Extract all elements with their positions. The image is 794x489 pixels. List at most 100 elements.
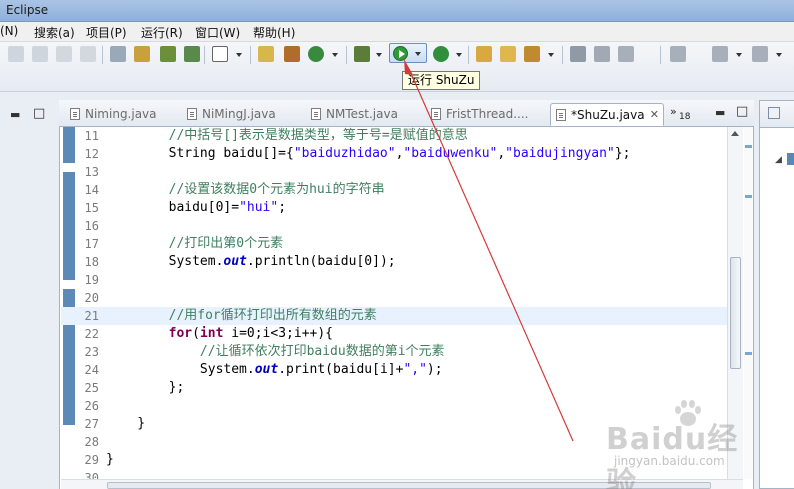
menu-search[interactable]: 搜索(a) bbox=[34, 24, 75, 41]
code-line[interactable]: 19 bbox=[61, 271, 727, 289]
dropdown-arrow-icon[interactable] bbox=[332, 53, 338, 57]
toolbar-separator bbox=[660, 46, 661, 64]
code-line[interactable]: 14 //设置该数据0个元素为hui的字符串 bbox=[61, 181, 727, 199]
minimize-icon[interactable]: ▬ bbox=[715, 106, 725, 119]
tab-label: NiMingJ.java bbox=[202, 107, 276, 121]
menu-navigate[interactable]: (N) bbox=[0, 24, 18, 38]
overview-mark[interactable] bbox=[745, 145, 752, 148]
outline-icon[interactable] bbox=[768, 107, 780, 119]
scroll-up-icon[interactable] bbox=[731, 131, 739, 136]
dropdown-arrow-icon[interactable] bbox=[548, 53, 554, 57]
debug-icon[interactable] bbox=[354, 46, 370, 62]
back-icon[interactable] bbox=[8, 46, 24, 62]
new-package-icon[interactable] bbox=[284, 46, 300, 62]
code-line[interactable]: 20 bbox=[61, 289, 727, 307]
code-line[interactable]: 22 for(int i=0;i<3;i++){ bbox=[61, 325, 727, 343]
package-icon bbox=[787, 153, 794, 165]
toolbar-separator bbox=[562, 46, 563, 64]
line-number: 21 bbox=[84, 309, 99, 323]
dropdown-arrow-icon[interactable] bbox=[415, 52, 421, 56]
menu-project[interactable]: 项目(P) bbox=[86, 24, 127, 41]
code-line[interactable]: 21 //用for循环打印出所有数组的元素 bbox=[61, 307, 727, 325]
last-edit-icon[interactable] bbox=[670, 46, 686, 62]
code-line[interactable]: 17 //打印出第0个元素 bbox=[61, 235, 727, 253]
external-tools-icon[interactable] bbox=[433, 46, 449, 62]
open-folder-icon[interactable] bbox=[500, 46, 516, 62]
code-line[interactable]: 25 }; bbox=[61, 379, 727, 397]
tab-nimingj[interactable]: NiMingJ.java bbox=[182, 103, 290, 126]
maximize-icon[interactable]: □ bbox=[736, 104, 748, 119]
scroll-thumb[interactable] bbox=[730, 257, 741, 369]
line-number: 28 bbox=[84, 435, 99, 449]
code-text: //设置该数据0个元素为hui的字符串 bbox=[106, 182, 385, 197]
code-line[interactable]: 18 System.out.println(baidu[0]); bbox=[61, 253, 727, 271]
search-icon[interactable] bbox=[524, 46, 540, 62]
code-line[interactable]: 16 bbox=[61, 217, 727, 235]
tab-overflow-count: 18 bbox=[679, 112, 691, 122]
dropdown-arrow-icon[interactable] bbox=[776, 53, 782, 57]
editor-tabs: Niming.java NiMingJ.java NMTest.java Fri… bbox=[59, 100, 754, 127]
tab-niming[interactable]: Niming.java bbox=[65, 103, 165, 126]
code-line[interactable]: 23 //让循环依次打印baidu数据的第i个元素 bbox=[61, 343, 727, 361]
outline-header bbox=[760, 101, 794, 128]
back-history-icon[interactable] bbox=[712, 46, 728, 62]
line-number: 22 bbox=[84, 327, 99, 341]
close-icon[interactable]: ✕ bbox=[650, 104, 659, 126]
menu-help[interactable]: 帮助(H) bbox=[253, 24, 295, 41]
expand-arrow-icon[interactable]: ◢ bbox=[775, 155, 782, 165]
dropdown-arrow-icon[interactable] bbox=[236, 53, 242, 57]
code-text: for(int i=0;i<3;i++){ bbox=[168, 326, 333, 341]
refactor-icon[interactable] bbox=[134, 46, 150, 62]
next-annotation-icon[interactable] bbox=[594, 46, 610, 62]
line-number: 18 bbox=[84, 255, 99, 269]
line-number: 19 bbox=[84, 273, 99, 287]
run-button[interactable] bbox=[389, 43, 427, 63]
baidu-watermark: Baidu经验 jingyan.baidu.com bbox=[606, 400, 756, 489]
format-icon[interactable] bbox=[110, 46, 126, 62]
prev-annotation-icon[interactable] bbox=[618, 46, 634, 62]
menu-bar: (N) 搜索(a) 项目(P) 运行(R) 窗口(W) 帮助(H) bbox=[0, 22, 794, 42]
toolbar-separator bbox=[102, 46, 103, 64]
code-text: //让循环依次打印baidu数据的第i个元素 bbox=[106, 344, 445, 359]
tab-nmtest[interactable]: NMTest.java bbox=[306, 103, 406, 126]
undo-icon[interactable] bbox=[56, 46, 72, 62]
forward-history-icon[interactable] bbox=[752, 46, 768, 62]
code-text: //用for循环打印出所有数组的元素 bbox=[106, 308, 377, 323]
dropdown-arrow-icon[interactable] bbox=[376, 53, 382, 57]
open-type-icon[interactable] bbox=[476, 46, 492, 62]
toolbar-separator bbox=[468, 46, 469, 64]
dropdown-arrow-icon[interactable] bbox=[456, 53, 462, 57]
line-number: 29 bbox=[84, 453, 99, 467]
menu-run[interactable]: 运行(R) bbox=[141, 24, 183, 41]
line-number: 13 bbox=[84, 165, 99, 179]
code-line[interactable]: 15 baidu[0]="hui"; bbox=[61, 199, 727, 217]
forward-icon[interactable] bbox=[32, 46, 48, 62]
tab-fristthread[interactable]: FristThread.... bbox=[426, 103, 538, 126]
watermark-url: jingyan.baidu.com bbox=[614, 454, 725, 468]
java-file-icon bbox=[556, 109, 566, 121]
new-file-icon[interactable] bbox=[258, 46, 274, 62]
code-line[interactable]: 24 System.out.print(baidu[i]+","); bbox=[61, 361, 727, 379]
build-icon[interactable] bbox=[160, 46, 176, 62]
dropdown-arrow-icon[interactable] bbox=[736, 53, 742, 57]
tab-shuzu[interactable]: *ShuZu.java ✕ bbox=[550, 103, 664, 126]
toolbar-separator bbox=[204, 46, 205, 64]
maximize-icon[interactable]: □ bbox=[33, 106, 45, 121]
new-class-icon[interactable] bbox=[308, 46, 324, 62]
redo-icon[interactable] bbox=[80, 46, 96, 62]
server-icon[interactable] bbox=[184, 46, 200, 62]
code-text: baidu[0]="hui"; bbox=[106, 200, 287, 215]
menu-window[interactable]: 窗口(W) bbox=[195, 24, 240, 41]
code-line[interactable]: 11 //中括号[]表示是数据类型，等于号=是赋值的意思 bbox=[61, 127, 727, 145]
tab-overflow-icon[interactable]: » bbox=[670, 105, 677, 118]
overview-mark[interactable] bbox=[745, 195, 752, 198]
code-line[interactable]: 13 bbox=[61, 163, 727, 181]
overview-mark[interactable] bbox=[745, 352, 752, 355]
line-number: 30 bbox=[84, 471, 99, 479]
line-number: 15 bbox=[84, 201, 99, 215]
code-line[interactable]: 12 String baidu[]={"baiduzhidao","baiduw… bbox=[61, 145, 727, 163]
annotation-icon[interactable] bbox=[570, 46, 586, 62]
tab-label: FristThread.... bbox=[446, 107, 529, 121]
minimize-icon[interactable]: ▬ bbox=[10, 108, 20, 121]
checkbox-icon[interactable] bbox=[212, 46, 228, 62]
